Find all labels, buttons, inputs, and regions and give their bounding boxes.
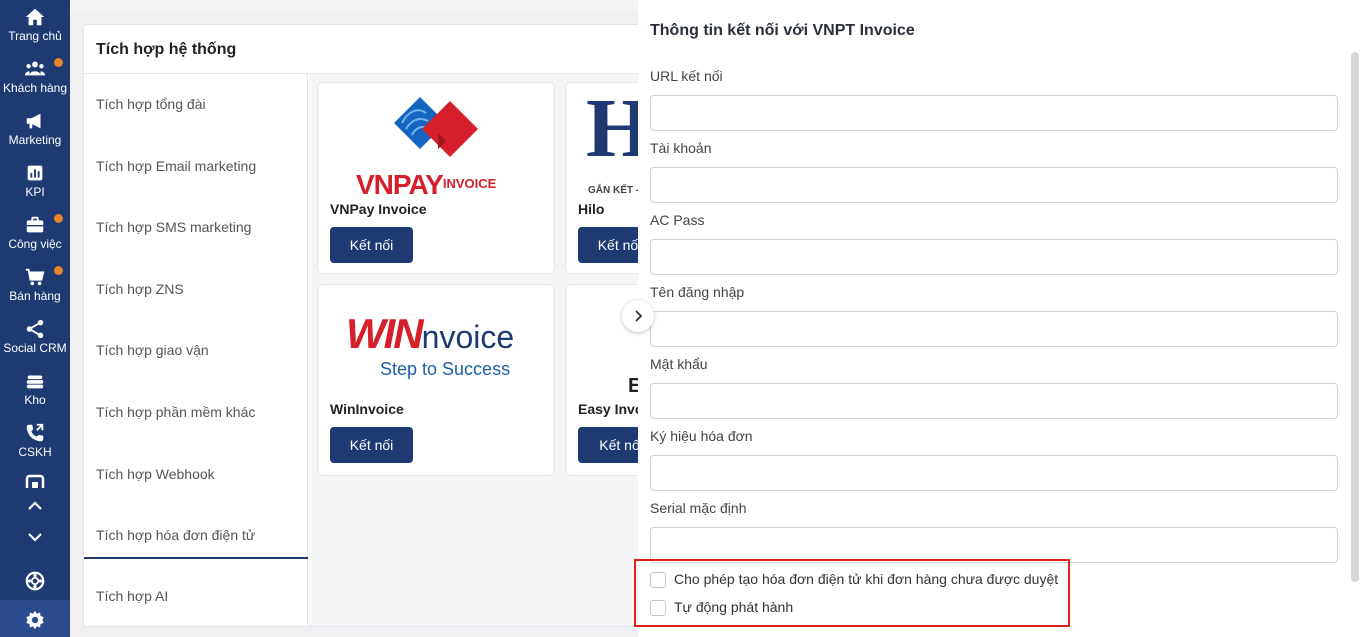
nav-item-warehouse[interactable]: Kho <box>0 364 70 416</box>
field-label-invoice-symbol: Ký hiệu hóa đơn <box>650 428 753 444</box>
field-label-account: Tài khoản <box>650 140 712 156</box>
connect-button-wininvoice[interactable]: Kết nối <box>330 427 413 463</box>
settings-button[interactable] <box>0 600 70 637</box>
url-input[interactable] <box>650 95 1338 131</box>
gear-icon <box>26 610 44 630</box>
vnpay-logo-main: VNPAY <box>356 169 444 200</box>
more-items-icon <box>25 474 45 488</box>
nav-label: CSKH <box>18 445 52 459</box>
notification-badge <box>54 58 63 67</box>
chevron-down-icon[interactable] <box>25 527 45 547</box>
wininvoice-logo: WINnvoice <box>346 313 514 355</box>
collapse-drawer-button[interactable] <box>622 300 654 332</box>
share-icon <box>26 319 44 339</box>
notification-badge <box>54 214 63 223</box>
username-input[interactable] <box>650 311 1338 347</box>
field-label-url: URL kết nối <box>650 68 723 84</box>
active-indicator <box>84 557 308 559</box>
menu-item-shipping[interactable]: Tích hợp giao vận <box>96 342 209 358</box>
provider-name: VNPay Invoice <box>330 201 427 217</box>
support-icon[interactable] <box>24 570 46 592</box>
provider-card-vnpay: VNPAYINVOICE VNPay Invoice Kết nối <box>317 82 555 274</box>
wininvoice-slogan: Step to Success <box>380 359 511 379</box>
menu-item-ai[interactable]: Tích hợp AI <box>96 588 168 604</box>
integration-menu: Tích hợp tổng đài Tích hợp Email marketi… <box>84 74 308 626</box>
menu-item-other-software[interactable]: Tích hợp phần mềm khác <box>96 404 255 420</box>
nav-item-tasks[interactable]: Công việc <box>0 208 70 260</box>
chart-icon <box>27 165 43 181</box>
provider-grid: VNPAYINVOICE VNPay Invoice Kết nối H GẮN… <box>309 74 652 626</box>
chevron-up-icon[interactable] <box>25 496 45 516</box>
field-label-username: Tên đăng nhập <box>650 284 745 300</box>
nav-item-home[interactable]: Trang chủ <box>0 0 70 52</box>
nav-label: Khách hàng <box>2 81 68 95</box>
integration-panel: Tích hợp hệ thống Tích hợp tổng đài Tích… <box>83 24 653 627</box>
nav-label: Bán hàng <box>9 289 61 303</box>
menu-item-zns[interactable]: Tích hợp ZNS <box>96 281 184 297</box>
phone-icon <box>26 423 44 442</box>
provider-card-wininvoice: WINnvoice Step to Success WinInvoice Kết… <box>317 284 555 476</box>
wininvoice-logo-main: WIN <box>346 310 424 357</box>
nav-item-social-crm[interactable]: Social CRM <box>0 312 70 364</box>
scrollbar[interactable] <box>1351 52 1359 582</box>
nav-item-marketing[interactable]: Marketing <box>0 104 70 156</box>
ac-pass-input[interactable] <box>650 239 1338 275</box>
drawer-title: Thông tin kết nối với VNPT Invoice <box>650 22 915 39</box>
field-label-default-serial: Serial mặc định <box>650 500 747 516</box>
vnpay-logo-sub: INVOICE <box>442 176 497 191</box>
nav-label: KPI <box>25 185 45 199</box>
menu-item-webhook[interactable]: Tích hợp Webhook <box>96 466 215 482</box>
nav-item-sales[interactable]: Bán hàng <box>0 260 70 312</box>
nav-label: Kho <box>24 393 46 407</box>
connect-button-vnpay[interactable]: Kết nối <box>330 227 413 263</box>
field-label-password: Mật khẩu <box>650 356 708 372</box>
nav-item-customers[interactable]: Khách hàng <box>0 52 70 104</box>
warehouse-icon <box>26 375 44 389</box>
menu-item-e-invoice[interactable]: Tích hợp hóa đơn điện tử <box>96 527 255 543</box>
hilo-logo-sub: GẮN KẾT - <box>588 185 640 196</box>
vnpay-logo-text: VNPAYINVOICE <box>356 169 496 201</box>
notification-badge <box>54 266 63 275</box>
nav-label: Marketing <box>8 133 62 147</box>
menu-item-call-center[interactable]: Tích hợp tổng đài <box>96 96 206 112</box>
nav-label: Social CRM <box>3 341 67 355</box>
nav-label: Công việc <box>8 237 62 251</box>
nav-item-kpi[interactable]: KPI <box>0 156 70 208</box>
highlight-box <box>634 559 1070 627</box>
megaphone-icon <box>26 113 41 129</box>
page-title: Tích hợp hệ thống <box>96 41 237 58</box>
invoice-symbol-input[interactable] <box>650 455 1338 491</box>
field-label-ac-pass: AC Pass <box>650 212 705 228</box>
password-input[interactable] <box>650 383 1338 419</box>
nav-label: Trang chủ <box>8 29 62 43</box>
provider-name: Hilo <box>578 201 605 217</box>
cart-icon <box>25 268 45 286</box>
vnpay-logo-icon <box>394 97 478 157</box>
provider-name: Easy Invo <box>578 401 644 417</box>
wininvoice-logo-mid: nvoice <box>421 319 515 355</box>
menu-item-sms-marketing[interactable]: Tích hợp SMS marketing <box>96 219 251 235</box>
home-icon <box>25 8 45 26</box>
chevron-right-icon <box>635 310 643 322</box>
provider-name: WinInvoice <box>330 401 404 417</box>
briefcase-icon <box>26 216 44 233</box>
nav-item-customer-care[interactable]: CSKH <box>0 416 70 468</box>
account-input[interactable] <box>650 167 1338 203</box>
menu-item-email-marketing[interactable]: Tích hợp Email marketing <box>96 158 256 174</box>
default-serial-input[interactable] <box>650 527 1338 563</box>
left-nav: Trang chủ Khách hàng Marketing KPI Công … <box>0 0 70 637</box>
users-icon <box>24 61 46 76</box>
connection-drawer: Thông tin kết nối với VNPT Invoice URL k… <box>638 0 1365 637</box>
